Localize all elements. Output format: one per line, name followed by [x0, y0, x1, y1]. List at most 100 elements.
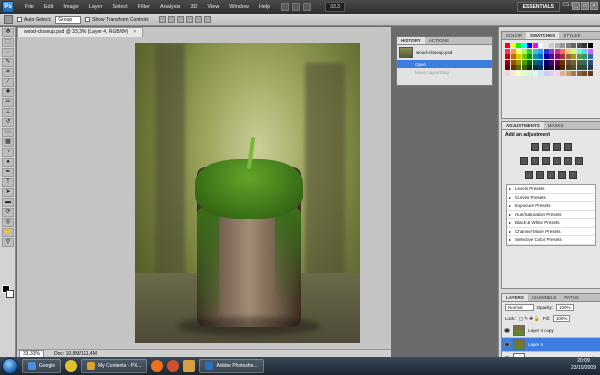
color-swatch[interactable]: [554, 54, 560, 59]
channel-mixer-icon[interactable]: [574, 157, 583, 165]
color-swatch[interactable]: [576, 70, 582, 76]
color-swatch[interactable]: [576, 43, 582, 48]
color-swatch[interactable]: [521, 59, 527, 65]
exposure-icon[interactable]: [563, 143, 572, 151]
workspace-switcher[interactable]: ESSENTIALS: [516, 2, 560, 12]
menu-layer[interactable]: Layer: [84, 4, 108, 10]
preset-item[interactable]: Exposure Presets: [507, 202, 595, 211]
color-swatch[interactable]: [538, 59, 543, 65]
mini-bridge-icon[interactable]: [292, 3, 301, 11]
color-swatch[interactable]: [576, 54, 582, 59]
color-swatch[interactable]: [549, 48, 554, 54]
color-swatch[interactable]: [560, 48, 565, 54]
brush-tool-icon[interactable]: ✏: [2, 98, 14, 107]
color-swatch[interactable]: [565, 59, 571, 65]
color-swatch[interactable]: [538, 43, 543, 48]
type-tool-icon[interactable]: T: [2, 178, 14, 187]
color-swatch[interactable]: [582, 70, 587, 76]
marquee-tool-icon[interactable]: ⬚: [2, 38, 14, 47]
color-swatch[interactable]: [587, 65, 593, 70]
color-swatch[interactable]: [554, 59, 560, 65]
color-swatch[interactable]: [560, 70, 565, 76]
lock-icon[interactable]: ▢ ✎ ✥ 🔒: [519, 316, 540, 322]
gradient-tool-icon[interactable]: ▦: [2, 138, 14, 147]
align-middle-icon[interactable]: [167, 16, 175, 23]
clone-stamp-tool-icon[interactable]: ⊥: [2, 108, 14, 117]
photo-filter-icon[interactable]: [563, 157, 572, 165]
color-swatch[interactable]: [521, 48, 527, 54]
align-left-icon[interactable]: [185, 16, 193, 23]
eraser-tool-icon[interactable]: ▭: [2, 128, 14, 137]
color-swatch[interactable]: [554, 70, 560, 76]
color-swatch[interactable]: [560, 65, 565, 70]
color-swatch[interactable]: [582, 59, 587, 65]
color-swatch[interactable]: [505, 59, 510, 65]
color-swatch[interactable]: [532, 48, 538, 54]
color-swatch[interactable]: [532, 59, 538, 65]
color-swatch[interactable]: [576, 65, 582, 70]
lasso-tool-icon[interactable]: ◌: [2, 48, 14, 57]
color-swatch[interactable]: [532, 70, 538, 76]
color-balance-icon[interactable]: [541, 157, 550, 165]
curves-icon[interactable]: [552, 143, 561, 151]
hand-tool-icon[interactable]: [303, 3, 312, 11]
preset-item[interactable]: Hue/Saturation Presets: [507, 211, 595, 219]
color-swatch[interactable]: [543, 70, 549, 76]
move-tool-icon[interactable]: ✥: [2, 28, 14, 37]
color-swatch[interactable]: [538, 54, 543, 59]
color-swatch[interactable]: [505, 65, 510, 70]
color-swatch[interactable]: [582, 48, 587, 54]
color-swatch[interactable]: [516, 48, 521, 54]
firefox-icon[interactable]: [167, 360, 180, 372]
color-swatch[interactable]: [587, 43, 593, 48]
selective-color-icon[interactable]: [569, 171, 577, 179]
color-swatch[interactable]: [565, 48, 571, 54]
path-select-tool-icon[interactable]: ➤: [2, 188, 14, 197]
color-swatch[interactable]: [554, 43, 560, 48]
color-swatch[interactable]: [516, 43, 521, 48]
tab-paths[interactable]: PATHS: [560, 294, 582, 301]
brightness-contrast-icon[interactable]: [530, 143, 539, 151]
levels-icon[interactable]: [541, 143, 550, 151]
color-swatch[interactable]: [582, 43, 587, 48]
color-swatch[interactable]: [571, 54, 576, 59]
tab-adjustments[interactable]: ADJUSTMENTS: [502, 122, 544, 129]
layer-row[interactable]: Layer 4 copy: [502, 324, 600, 338]
hand-tool-icon[interactable]: ✋: [2, 228, 14, 237]
color-swatch[interactable]: [565, 43, 571, 48]
show-transform-checkbox[interactable]: [85, 16, 91, 22]
auto-select-dropdown[interactable]: Group: [55, 15, 82, 24]
color-swatch[interactable]: [571, 43, 576, 48]
color-swatch[interactable]: [510, 59, 516, 65]
color-swatch[interactable]: [560, 54, 565, 59]
color-swatch[interactable]: [521, 70, 527, 76]
hue-saturation-icon[interactable]: [530, 157, 539, 165]
align-right-icon[interactable]: [203, 16, 211, 23]
tab-color[interactable]: COLOR: [502, 32, 526, 39]
taskbar-item-google[interactable]: Google: [22, 359, 62, 373]
zoom-tool-icon[interactable]: ⚲: [2, 238, 14, 247]
color-swatch[interactable]: [565, 70, 571, 76]
opacity-field[interactable]: 100%: [556, 304, 574, 311]
blend-mode-dropdown[interactable]: Normal: [505, 304, 534, 311]
color-swatch[interactable]: [516, 70, 521, 76]
color-swatch[interactable]: [571, 48, 576, 54]
color-swatch[interactable]: [510, 54, 516, 59]
color-swatch[interactable]: [560, 59, 565, 65]
tab-masks[interactable]: MASKS: [544, 122, 568, 129]
quick-select-tool-icon[interactable]: ✎: [2, 58, 14, 67]
3d-orbit-tool-icon[interactable]: ◎: [2, 218, 14, 227]
history-brush-tool-icon[interactable]: ↺: [2, 118, 14, 127]
eyedropper-tool-icon[interactable]: ⁄: [2, 78, 14, 87]
fill-field[interactable]: 100%: [552, 315, 571, 322]
color-swatch[interactable]: [554, 65, 560, 70]
tab-swatches[interactable]: SWATCHES: [526, 32, 560, 39]
color-swatch[interactable]: [538, 70, 543, 76]
color-swatch[interactable]: [565, 65, 571, 70]
vibrance-icon[interactable]: [519, 157, 528, 165]
maximize-button[interactable]: □: [581, 2, 589, 10]
color-swatch[interactable]: [549, 70, 554, 76]
color-swatch[interactable]: [554, 48, 560, 54]
color-swatch[interactable]: [543, 54, 549, 59]
posterize-icon[interactable]: [536, 171, 544, 179]
